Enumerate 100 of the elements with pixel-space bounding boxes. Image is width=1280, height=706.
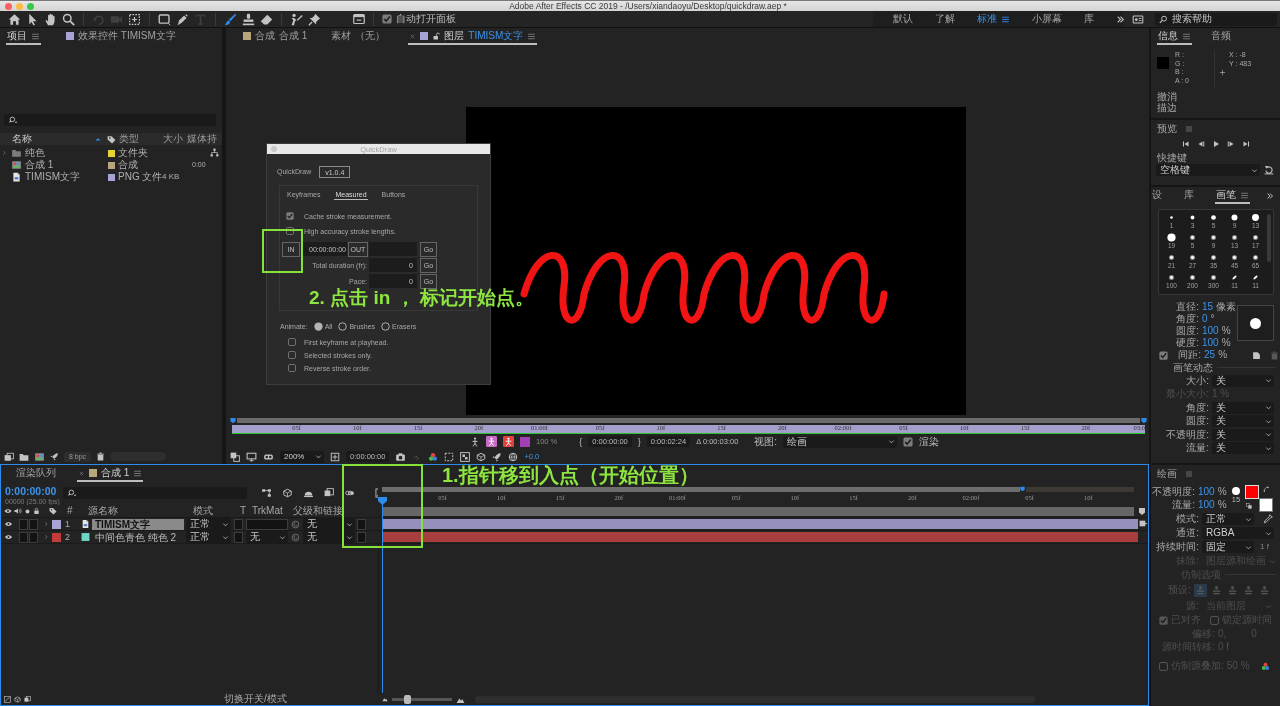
- toggle-cell[interactable]: [357, 531, 366, 543]
- checkbox[interactable]: [288, 364, 296, 372]
- column-header[interactable]: 媒体持: [186, 133, 222, 145]
- pointer-icon[interactable]: [26, 12, 39, 26]
- stacked-frames-icon[interactable]: [324, 488, 334, 498]
- work-area-handle[interactable]: [1141, 417, 1147, 424]
- slider-thumb[interactable]: [404, 694, 411, 704]
- rectangle-icon[interactable]: [158, 12, 171, 26]
- workspace-tab[interactable]: 小屏幕: [1032, 13, 1062, 25]
- stamp-icon[interactable]: [242, 12, 255, 26]
- overlapping-squares-icon[interactable]: [4, 451, 14, 462]
- setting-dropdown[interactable]: 固定: [1202, 541, 1254, 553]
- checkbox[interactable]: [286, 212, 294, 220]
- checkbox[interactable]: [903, 436, 914, 447]
- small-mountain-icon[interactable]: [382, 696, 388, 702]
- loop-icon[interactable]: [1264, 165, 1274, 175]
- pen-icon[interactable]: [176, 12, 189, 26]
- setting-dropdown[interactable]: 关: [1212, 401, 1274, 414]
- close-icon[interactable]: [409, 32, 417, 40]
- first-frame-icon[interactable]: [1181, 140, 1190, 148]
- panel-toggle-icon[interactable]: [1132, 13, 1144, 25]
- setting-dropdown[interactable]: 关: [1212, 415, 1274, 428]
- parent-dropdown[interactable]: 无: [303, 518, 355, 530]
- graph-icon[interactable]: [4, 695, 11, 703]
- eyedropper-icon[interactable]: [1263, 514, 1273, 524]
- figure-tile-icon[interactable]: [486, 436, 497, 447]
- color-circles-icon[interactable]: [428, 451, 439, 462]
- panel-tab[interactable]: 信息: [1157, 29, 1192, 45]
- unlocked-icon[interactable]: [432, 32, 441, 40]
- pin-icon[interactable]: [308, 12, 321, 26]
- workspace-tab[interactable]: 了解: [935, 13, 955, 25]
- close-icon[interactable]: [78, 469, 85, 477]
- figure-brush-icon[interactable]: [290, 12, 303, 26]
- swap-arrows-icon[interactable]: [1263, 486, 1270, 493]
- zoom-slider[interactable]: [392, 697, 452, 701]
- new-folder-icon[interactable]: [19, 451, 29, 462]
- background-color-swatch[interactable]: [1259, 498, 1273, 512]
- brush-icon[interactable]: [224, 12, 237, 26]
- workspace-tab[interactable]: 默认: [893, 13, 913, 25]
- view-dropdown[interactable]: 绘画: [783, 435, 898, 448]
- circles-icon[interactable]: [344, 488, 355, 498]
- checkbox[interactable]: [288, 351, 296, 359]
- setting-value[interactable]: 15: [1202, 301, 1214, 313]
- home-icon[interactable]: [8, 12, 21, 26]
- camera-icon[interactable]: [395, 451, 407, 462]
- setting-value[interactable]: 100: [1198, 485, 1215, 498]
- checkbox[interactable]: [1159, 350, 1168, 360]
- panel-tab[interactable]: 画笔: [1215, 188, 1250, 204]
- dot-icon[interactable]: [24, 507, 31, 515]
- previous-frame-icon[interactable]: [1196, 140, 1205, 148]
- monitor-icon[interactable]: [246, 451, 257, 462]
- page-icon[interactable]: [1252, 350, 1262, 360]
- swatch-icon[interactable]: [520, 436, 530, 447]
- workspace-tab[interactable]: 标准: [977, 13, 997, 25]
- viewer-tab[interactable]: 素材 （无）: [330, 29, 387, 45]
- menu-icon[interactable]: [1182, 31, 1191, 41]
- setting-value[interactable]: 100: [1202, 337, 1219, 349]
- setting-dropdown[interactable]: RGBA: [1202, 527, 1274, 539]
- parent-dropdown[interactable]: 无: [303, 531, 355, 543]
- search-field[interactable]: [63, 487, 247, 499]
- figure-tile-icon[interactable]: [503, 436, 514, 447]
- panel-tab[interactable]: 项目: [6, 29, 41, 45]
- current-time[interactable]: 0:00:00:00: [5, 485, 63, 498]
- timeline-tab[interactable]: 合成 1: [77, 466, 144, 482]
- next-frame-icon[interactable]: [1226, 140, 1235, 148]
- eye-icon[interactable]: [4, 507, 12, 515]
- trash-icon[interactable]: [96, 452, 106, 461]
- cube-icon[interactable]: [14, 695, 21, 703]
- cube-icon[interactable]: [476, 451, 487, 462]
- toggle-cell[interactable]: [29, 518, 38, 530]
- menu-icon[interactable]: [527, 31, 537, 41]
- dotted-square-icon[interactable]: [128, 12, 141, 26]
- radio-button[interactable]: [313, 321, 323, 331]
- setting-value[interactable]: 100: [1198, 498, 1215, 511]
- rocket-icon[interactable]: [50, 452, 59, 461]
- setting-value[interactable]: 25: [1204, 349, 1216, 361]
- eye-icon[interactable]: [4, 520, 13, 528]
- toggle-cell[interactable]: [357, 518, 366, 530]
- track-matte-dropdown[interactable]: 无: [246, 531, 288, 543]
- menu-icon[interactable]: [31, 31, 40, 41]
- toggle-cell[interactable]: [29, 531, 38, 543]
- toggle-switches-button[interactable]: 切换开关/模式: [224, 693, 287, 705]
- viewer-tab[interactable]: 合成 合成 1: [242, 29, 309, 45]
- marker-icon[interactable]: [1138, 507, 1146, 516]
- mode-dropdown[interactable]: 正常: [186, 531, 231, 543]
- setting-dropdown[interactable]: 关: [1212, 428, 1274, 441]
- setting-value[interactable]: 100: [1202, 325, 1219, 337]
- double-chevron-icon[interactable]: [1116, 14, 1125, 24]
- panel-tab[interactable]: 音频: [1210, 29, 1232, 45]
- panel-tab[interactable]: 效果控件 TIMISM文字: [65, 29, 177, 45]
- spiral-icon[interactable]: [291, 519, 300, 529]
- checkbox[interactable]: [382, 14, 392, 24]
- search-field[interactable]: [4, 114, 216, 126]
- last-frame-icon[interactable]: [1241, 140, 1250, 148]
- foreground-color-swatch[interactable]: [1245, 485, 1259, 499]
- checkerboard-icon[interactable]: [460, 451, 471, 462]
- menu-icon[interactable]: [133, 468, 143, 478]
- panel-tab[interactable]: 库: [1183, 188, 1195, 204]
- checkbox[interactable]: [286, 227, 294, 235]
- overlapping-squares-icon[interactable]: [230, 451, 240, 462]
